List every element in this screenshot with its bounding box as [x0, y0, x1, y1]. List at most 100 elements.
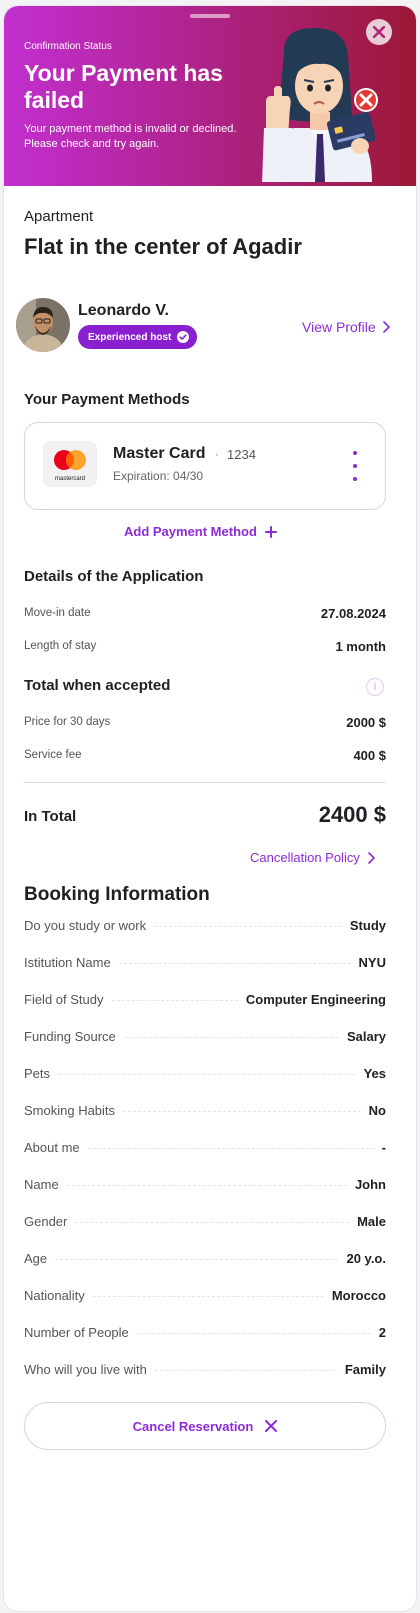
mastercard-logo-text: mastercard — [55, 476, 85, 482]
add-payment-method-label: Add Payment Method — [124, 524, 257, 539]
booking-row: About me - — [24, 1140, 386, 1160]
total-value: 2400 $ — [318, 802, 386, 827]
view-profile-label: View Profile — [302, 319, 376, 335]
host-name: Leonardo V. — [78, 302, 169, 319]
booking-row-value: Computer Engineering — [245, 992, 386, 1007]
apartment-title: Flat in the center of Agadir — [24, 234, 302, 259]
verified-icon — [177, 331, 190, 343]
declined-card-illustration — [262, 27, 378, 182]
booking-row-value: Salary — [346, 1029, 386, 1044]
dotted-leader — [55, 1259, 339, 1260]
move-in-date-value: 27.08.2024 — [320, 606, 386, 621]
booking-row: Do you study or work Study — [24, 918, 386, 938]
kebab-dot — [353, 477, 357, 481]
dotted-leader — [118, 963, 351, 964]
dotted-leader — [154, 1370, 337, 1371]
booking-row: Gender Male — [24, 1214, 386, 1234]
apartment-label: Apartment — [24, 208, 94, 225]
booking-row-label: Number of People — [24, 1325, 129, 1340]
booking-row-label: Field of Study — [24, 992, 104, 1007]
booking-row: Pets Yes — [24, 1066, 386, 1086]
dotted-leader — [92, 1296, 324, 1297]
booking-row: Name John — [24, 1177, 386, 1197]
dotted-leader — [87, 1148, 374, 1149]
host-avatar[interactable] — [16, 298, 70, 352]
sheet-grabber[interactable] — [190, 14, 230, 18]
close-button[interactable] — [366, 19, 392, 45]
badge-label: Experienced host — [88, 331, 172, 343]
booking-row-value: No — [368, 1103, 386, 1118]
booking-row: Age 20 y.o. — [24, 1251, 386, 1271]
mastercard-logo: mastercard — [43, 441, 97, 487]
booking-row: Nationality Morocco — [24, 1288, 386, 1308]
dotted-leader — [154, 926, 342, 927]
card-options-button[interactable] — [347, 451, 363, 481]
booking-row: Field of Study Computer Engineering — [24, 992, 386, 1012]
move-in-date-label: Move-in date — [24, 607, 91, 619]
booking-row-label: Istitution Name — [24, 955, 111, 970]
add-payment-method-button[interactable]: Add Payment Method — [124, 524, 277, 539]
dotted-leader — [66, 1185, 347, 1186]
view-profile-link[interactable]: View Profile — [302, 319, 390, 335]
booking-row-label: Nationality — [24, 1288, 85, 1303]
booking-row-value: Study — [349, 918, 386, 933]
info-icon[interactable]: i — [366, 678, 384, 696]
booking-row-value: 20 y.o. — [346, 1251, 386, 1266]
kebab-dot — [353, 464, 357, 468]
card-separator: · — [215, 447, 219, 461]
booking-row-value: Yes — [363, 1066, 386, 1081]
booking-row-label: About me — [24, 1140, 80, 1155]
experienced-host-badge: Experienced host — [78, 325, 198, 349]
payment-failed-banner: Confirmation Status Your Payment has fai… — [4, 6, 416, 186]
booking-information-heading: Booking Information — [24, 884, 210, 905]
dotted-leader — [136, 1333, 371, 1334]
card-expiration: Expiration: 04/30 — [113, 469, 204, 483]
chevron-right-icon — [368, 851, 375, 864]
booking-row: Istitution Name NYU — [24, 955, 386, 975]
booking-row-label: Who will you live with — [24, 1362, 147, 1377]
booking-row-label: Gender — [24, 1214, 68, 1229]
booking-row-value: 2 — [378, 1325, 386, 1340]
booking-row-label: Funding Source — [24, 1029, 116, 1044]
service-fee-value: 400 $ — [353, 748, 386, 763]
cancellation-policy-label: Cancellation Policy — [250, 850, 360, 865]
booking-row-value: NYU — [358, 955, 386, 970]
total-label: In Total — [24, 808, 77, 825]
divider — [24, 782, 386, 783]
dotted-leader — [58, 1074, 356, 1075]
payment-method-card[interactable]: mastercard Master Card · 1234 Expiration… — [24, 422, 386, 510]
total-when-accepted-heading: Total when accepted — [24, 677, 171, 694]
failure-description: Your payment method is invalid or declin… — [24, 123, 237, 150]
kebab-dot — [353, 451, 357, 455]
mastercard-icon: mastercard — [54, 450, 86, 482]
booking-row-value: John — [354, 1177, 386, 1192]
close-icon — [265, 1420, 278, 1432]
booking-row: Who will you live with Family — [24, 1362, 386, 1382]
cancel-reservation-label: Cancel Reservation — [132, 1418, 254, 1434]
booking-row-value: Male — [357, 1214, 386, 1229]
avatar — [16, 298, 70, 352]
booking-row: Funding Source Salary — [24, 1029, 386, 1049]
page-title: Your Payment has failed — [24, 60, 223, 113]
dotted-leader — [123, 1111, 361, 1112]
cancellation-policy-link[interactable]: Cancellation Policy — [250, 850, 375, 865]
application-details-heading: Details of the Application — [24, 568, 204, 585]
booking-row: Number of People 2 — [24, 1325, 386, 1345]
confirmation-sheet: Confirmation Status Your Payment has fai… — [4, 6, 416, 1611]
status-label: Confirmation Status — [24, 41, 112, 52]
booking-row: Smoking Habits No — [24, 1103, 386, 1123]
price-value: 2000 $ — [346, 715, 386, 730]
payment-methods-heading: Your Payment Methods — [24, 391, 190, 408]
dotted-leader — [111, 1000, 238, 1001]
cancel-reservation-button[interactable]: Cancel Reservation — [24, 1402, 386, 1450]
booking-row-label: Pets — [24, 1066, 51, 1081]
price-label: Price for 30 days — [24, 716, 111, 728]
booking-row-label: Do you study or work — [24, 918, 147, 933]
booking-row-value: Morocco — [331, 1288, 386, 1303]
length-of-stay-label: Length of stay — [24, 640, 97, 652]
card-brand: Master Card — [113, 445, 206, 462]
booking-row-value: - — [381, 1140, 386, 1155]
close-icon — [373, 26, 385, 38]
service-fee-label: Service fee — [24, 749, 82, 761]
length-of-stay-value: 1 month — [335, 639, 386, 654]
